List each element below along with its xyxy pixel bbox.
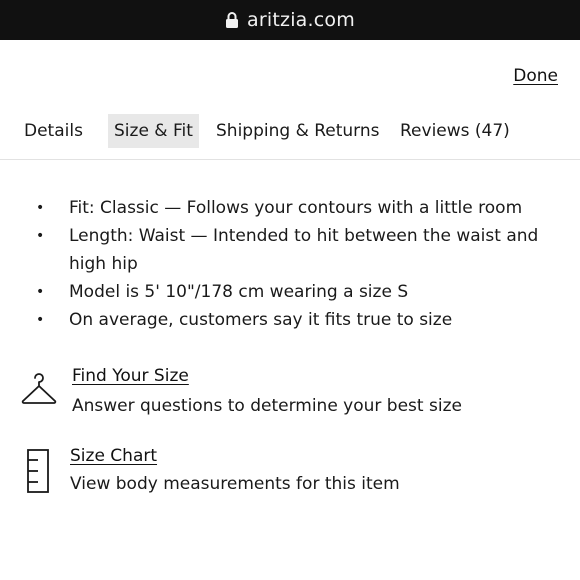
fit-detail-text: Fit: Classic — Follows your contours wit… [69,198,523,218]
done-button[interactable]: Done [513,66,558,86]
bullet-icon: • [36,200,45,216]
lock-icon [226,12,239,28]
hanger-icon [21,373,57,404]
browser-url-bar[interactable]: aritzia.com [0,0,580,40]
bullet-icon: • [36,284,45,300]
tab-shipping-returns[interactable]: Shipping & Returns [216,114,380,148]
tab-bar: Details Size & Fit Shipping & Returns Re… [0,114,580,160]
list-item: • Length: Waist — Intended to hit betwee… [0,222,580,278]
find-your-size-description: Answer questions to determine your best … [72,396,462,416]
tab-details[interactable]: Details [24,114,83,148]
bullet-icon: • [36,228,45,244]
bullet-icon: • [36,312,45,328]
fit-detail-text: Model is 5' 10"/178 cm wearing a size S [69,282,409,302]
fit-detail-text: On average, customers say it fits true t… [69,310,453,330]
ruler-icon [27,449,49,493]
tab-size-fit[interactable]: Size & Fit [108,114,199,148]
size-chart-link[interactable]: Size Chart [70,446,157,466]
find-your-size-link[interactable]: Find Your Size [72,366,189,386]
tab-reviews[interactable]: Reviews (47) [400,114,510,148]
list-item: • Fit: Classic — Follows your contours w… [0,194,580,222]
list-item: • Model is 5' 10"/178 cm wearing a size … [0,278,580,306]
fit-details-list: • Fit: Classic — Follows your contours w… [0,194,580,334]
url-text: aritzia.com [247,9,355,31]
fit-detail-text: Length: Waist — Intended to hit between … [69,226,539,274]
list-item: • On average, customers say it fits true… [0,306,580,334]
size-chart-description: View body measurements for this item [70,474,400,494]
